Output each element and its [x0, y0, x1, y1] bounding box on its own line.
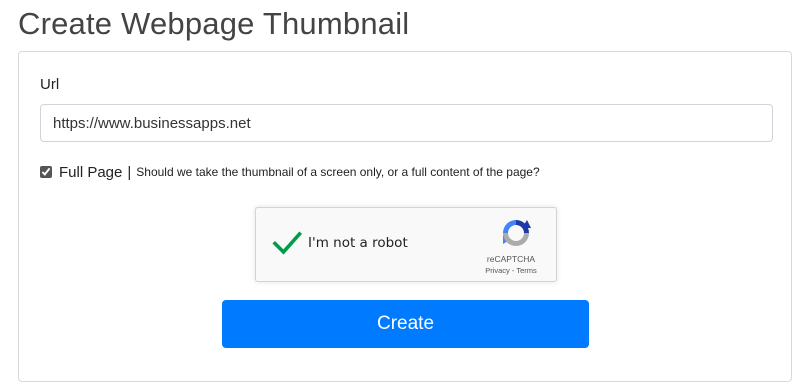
create-button[interactable]: Create: [222, 300, 589, 348]
recaptcha-logo-icon: [503, 220, 531, 246]
recaptcha-privacy-link[interactable]: Privacy: [485, 266, 510, 275]
check-icon[interactable]: [272, 228, 302, 258]
url-label: Url: [40, 76, 60, 93]
recaptcha-label: I'm not a robot: [308, 235, 408, 251]
url-input[interactable]: [40, 104, 773, 142]
full-page-row: Full Page | Should we take the thumbnail…: [39, 162, 540, 182]
recaptcha-links: Privacy - Terms: [476, 266, 546, 275]
full-page-separator: |: [127, 163, 132, 181]
full-page-label: Full Page: [59, 163, 123, 181]
thumbnail-form-card: Url Full Page | Should we take the thumb…: [18, 51, 792, 382]
full-page-checkbox[interactable]: [40, 166, 52, 178]
full-page-help-text: Should we take the thumbnail of a screen…: [136, 165, 540, 179]
page-title: Create Webpage Thumbnail: [18, 6, 410, 41]
recaptcha-widget: I'm not a robot reCAPTCHA Privacy - Term…: [255, 207, 557, 282]
recaptcha-terms-link[interactable]: Terms: [516, 266, 536, 275]
recaptcha-brand: reCAPTCHA: [486, 254, 536, 264]
